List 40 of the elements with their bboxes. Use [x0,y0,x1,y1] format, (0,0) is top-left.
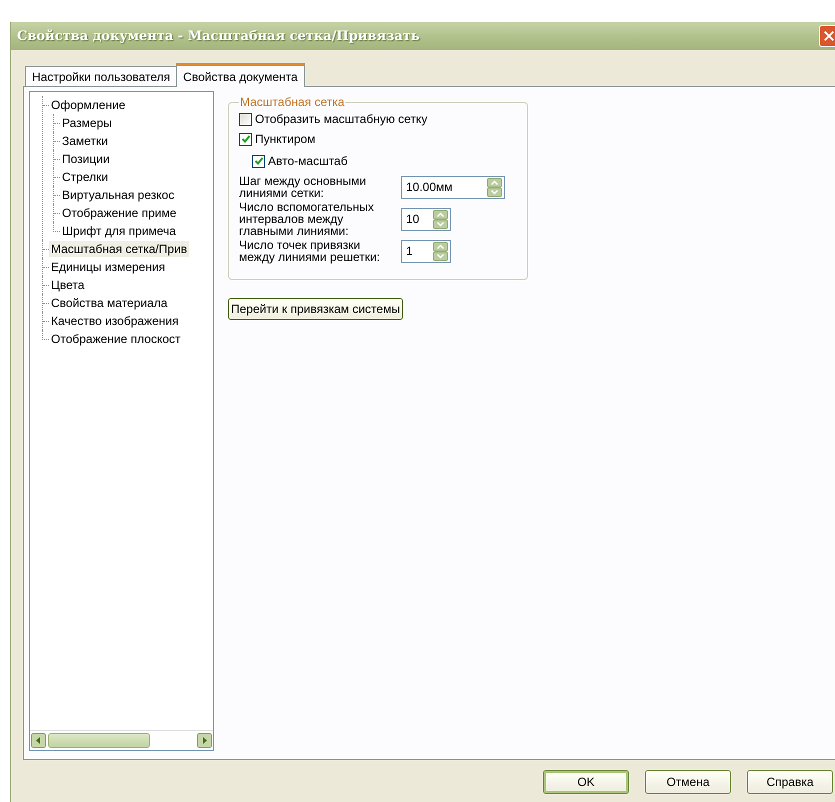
go-to-snaps-button[interactable]: Перейти к привязкам системы [228,298,403,320]
tree-item[interactable]: Заметки [60,133,110,149]
tree-item[interactable]: Масштабная сетка/Прив [49,241,190,257]
dialog-button[interactable]: OK [543,770,629,794]
tab[interactable]: Свойства документа [176,63,305,87]
scroll-thumb[interactable] [48,733,150,748]
checkbox[interactable] [252,154,265,168]
horizontal-scrollbar[interactable] [30,730,213,750]
dialog-button[interactable]: Отмена [645,770,731,794]
scroll-right-icon[interactable] [197,733,212,748]
close-icon [823,29,835,43]
checkbox-label: Авто-масштаб [268,154,348,168]
checkbox[interactable] [239,112,252,126]
tree-item[interactable]: Качество изображения [49,313,181,329]
field-label: Число точек привязки между линиями решетки: [239,239,382,263]
tree-item[interactable]: Цвета [49,277,86,293]
tree-item[interactable]: Шрифт для примеча [60,223,178,239]
tree-item[interactable]: Виртуальная резкос [60,187,176,203]
tree-item[interactable]: Свойства материала [49,295,170,311]
close-button[interactable] [819,25,835,47]
spin-arrows-icon[interactable] [433,210,448,228]
field-label: Шаг между основными линиями сетки: [239,175,368,199]
spin-arrows-icon[interactable] [487,178,502,196]
group-title: Масштабная сетка [239,95,346,109]
tab[interactable]: Настройки пользователя [25,66,178,86]
tree-item[interactable]: Отображение плоскост [49,331,182,347]
field-label: Число вспомогательных интервалов между главными линиями: [239,201,375,237]
window-title: Свойства документа - Масштабная сетка/Привязать [17,28,420,44]
tree-item[interactable]: Размеры [60,115,114,131]
tree-item[interactable]: Позиции [60,151,112,167]
dialog-button[interactable]: Справка [747,770,833,794]
checkbox-label: Пунктиром [255,132,316,146]
checkbox[interactable] [239,132,252,146]
tree-item[interactable]: Отображение приме [60,205,178,221]
tree-item[interactable]: Стрелки [60,169,110,185]
tree-item[interactable]: Оформление [49,97,128,113]
spin-arrows-icon[interactable] [433,242,448,260]
scroll-left-icon[interactable] [31,733,46,748]
tree-item[interactable]: Единицы измерения [49,259,168,275]
checkbox-label: Отобразить масштабную сетку [255,112,428,126]
